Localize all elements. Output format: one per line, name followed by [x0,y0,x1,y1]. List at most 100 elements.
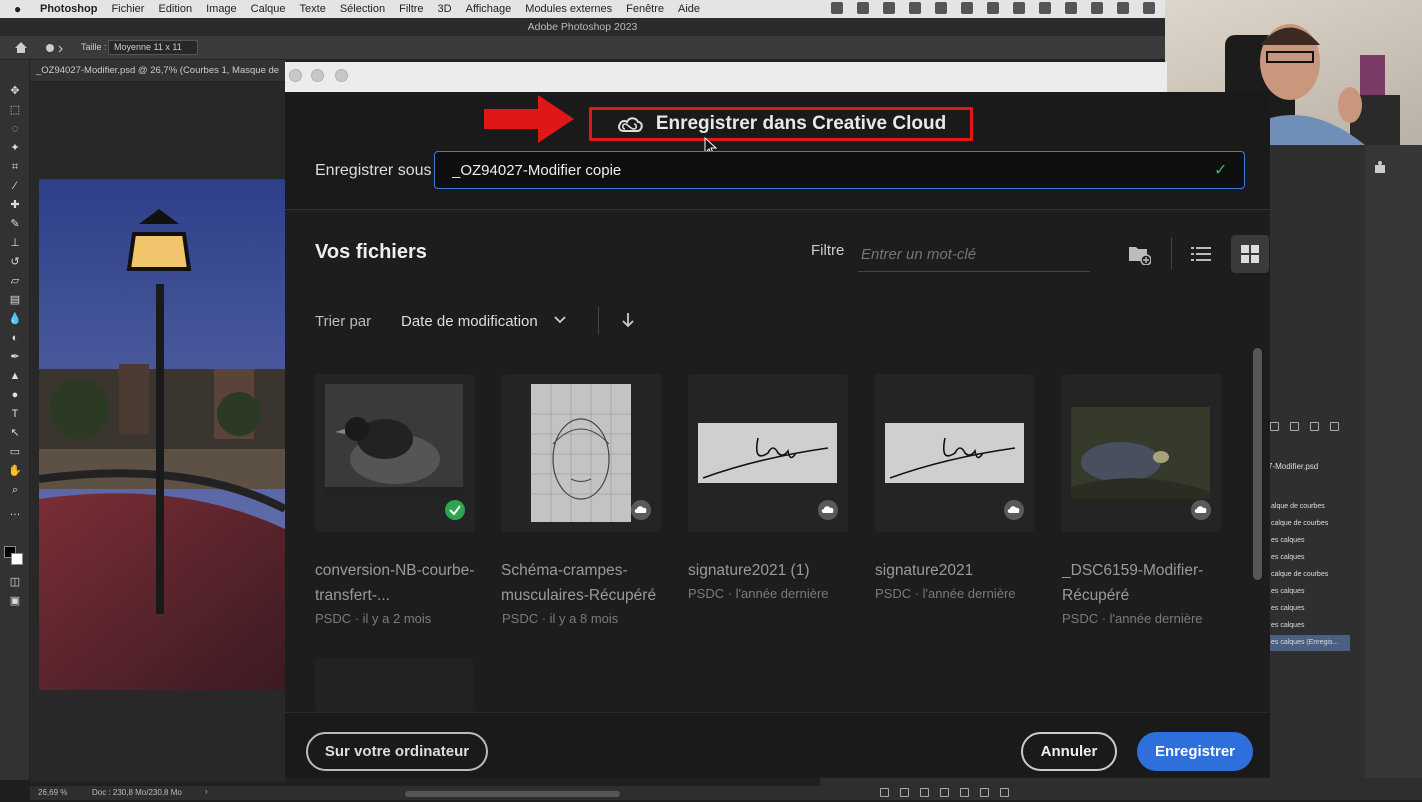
status-icon[interactable] [935,2,947,14]
status-icon[interactable] [857,2,869,14]
home-icon[interactable] [14,41,28,54]
pen-icon[interactable]: ✒ [8,350,22,364]
new-layer-icon[interactable] [980,788,989,797]
file-name[interactable]: Schéma-crampes-musculaires-Récupéré [501,558,666,608]
camera-icon[interactable] [1290,422,1299,431]
new-folder-icon[interactable] [1127,243,1151,265]
crop-tool-icon[interactable]: ⌗ [8,160,22,174]
vertical-scrollbar[interactable] [1253,348,1262,580]
minimize-window-button[interactable] [311,69,324,82]
eyedropper-icon[interactable]: ⁄ [8,179,22,193]
sharpen-icon[interactable]: ▲ [8,369,22,383]
lasso-tool-icon[interactable]: ◌ [8,122,22,136]
maximize-window-button[interactable] [335,69,348,82]
status-icon[interactable] [1039,2,1051,14]
menu-texte[interactable]: Texte [300,3,326,15]
save-as-input[interactable] [434,151,1245,189]
trash-icon[interactable] [1330,422,1339,431]
file-card[interactable] [688,374,848,532]
folder-icon[interactable] [960,788,969,797]
brush-icon[interactable] [44,41,64,54]
sort-select[interactable]: Date de modification [401,313,538,330]
properties-icon[interactable] [1373,160,1387,174]
layer-row[interactable]: calque de courbes [1270,567,1350,583]
healing-icon[interactable]: ✚ [8,198,22,212]
file-name[interactable]: conversion-NB-courbe-transfert-... [315,558,480,608]
layer-row[interactable]: es calques [1270,584,1350,600]
menu-modules-externes[interactable]: Modules externes [525,3,612,15]
status-icon[interactable] [961,2,973,14]
mask-icon[interactable] [1270,422,1279,431]
menu-aide[interactable]: Aide [678,3,700,15]
layer-row[interactable]: es calques [1270,533,1350,549]
path-select-icon[interactable]: ↖ [8,426,22,440]
hand-tool-icon[interactable]: ✋ [8,464,22,478]
document-tab[interactable]: _OZ94027-Modifier.psd @ 26,7% (Courbes 1… [30,60,286,82]
burn-icon[interactable]: ● [8,388,22,402]
layer-row-selected[interactable]: es calques (Enregis... [1270,635,1350,651]
move-tool-icon[interactable]: ✥ [8,84,22,98]
menu-3d[interactable]: 3D [438,3,452,15]
fx-icon[interactable] [900,788,909,797]
status-icon[interactable] [1117,2,1129,14]
file-name[interactable]: signature2021 [875,558,1040,583]
shape-tool-icon[interactable]: ▭ [8,445,22,459]
save-on-computer-button[interactable]: Sur votre ordinateur [306,732,488,771]
new-layer-icon[interactable] [1310,422,1319,431]
stamp-tool-icon[interactable]: ⊥ [8,236,22,250]
screen-mode-icon[interactable]: ▣ [8,594,22,608]
menu-photoshop[interactable]: Photoshop [40,3,97,15]
text-tool-icon[interactable]: T [8,407,22,421]
eraser-icon[interactable]: ▱ [8,274,22,288]
grid-view-button[interactable] [1231,235,1269,273]
zoom-level[interactable]: 26,69 % [38,788,67,797]
file-name[interactable]: _DSC6159-Modifier-Récupéré [1062,558,1227,608]
list-view-icon[interactable] [1189,243,1213,265]
status-icon[interactable] [1091,2,1103,14]
close-window-button[interactable] [289,69,302,82]
magic-wand-icon[interactable]: ✦ [8,141,22,155]
horizontal-scrollbar[interactable] [405,791,620,797]
background-color-swatch[interactable] [11,553,23,565]
gradient-icon[interactable]: ▤ [8,293,22,307]
layer-row[interactable]: es calques [1270,601,1350,617]
history-brush-icon[interactable]: ↺ [8,255,22,269]
menu-filtre[interactable]: Filtre [399,3,423,15]
layer-row[interactable]: calque de courbes [1270,516,1350,532]
menu-selection[interactable]: Sélection [340,3,385,15]
cancel-button[interactable]: Annuler [1021,732,1117,771]
filter-input[interactable] [858,238,1090,272]
dodge-icon[interactable]: ◐ [8,331,22,345]
menu-fenetre[interactable]: Fenêtre [626,3,664,15]
file-name[interactable]: signature2021 (1) [688,558,853,583]
save-button[interactable]: Enregistrer [1137,732,1253,771]
quick-mask-icon[interactable]: ◫ [8,575,22,589]
size-select[interactable]: Moyenne 11 x 11 [108,40,198,55]
menu-calque[interactable]: Calque [251,3,286,15]
zoom-tool-icon[interactable]: ⌕ [8,483,22,497]
status-icon[interactable] [909,2,921,14]
menu-edition[interactable]: Edition [158,3,192,15]
layer-row[interactable]: alque de courbes [1270,499,1350,515]
status-icon[interactable] [1065,2,1077,14]
trash-icon[interactable] [1000,788,1009,797]
chevron-down-icon[interactable] [553,313,567,327]
arrow-down-icon[interactable] [620,311,636,329]
apple-icon[interactable]: ● [14,2,28,16]
mask-icon[interactable] [920,788,929,797]
blur-icon[interactable]: 💧 [8,312,22,326]
file-card[interactable] [315,374,475,532]
menu-image[interactable]: Image [206,3,237,15]
file-card[interactable] [501,374,661,532]
menu-affichage[interactable]: Affichage [466,3,512,15]
adjustment-icon[interactable] [940,788,949,797]
file-card[interactable] [874,374,1034,532]
status-icon[interactable] [987,2,999,14]
link-icon[interactable] [880,788,889,797]
layer-row[interactable]: es calques [1270,550,1350,566]
status-icon[interactable] [1143,2,1155,14]
status-arrow-icon[interactable]: › [205,787,208,796]
layer-row[interactable]: es calques [1270,618,1350,634]
status-icon[interactable] [1013,2,1025,14]
status-icon[interactable] [831,2,843,14]
